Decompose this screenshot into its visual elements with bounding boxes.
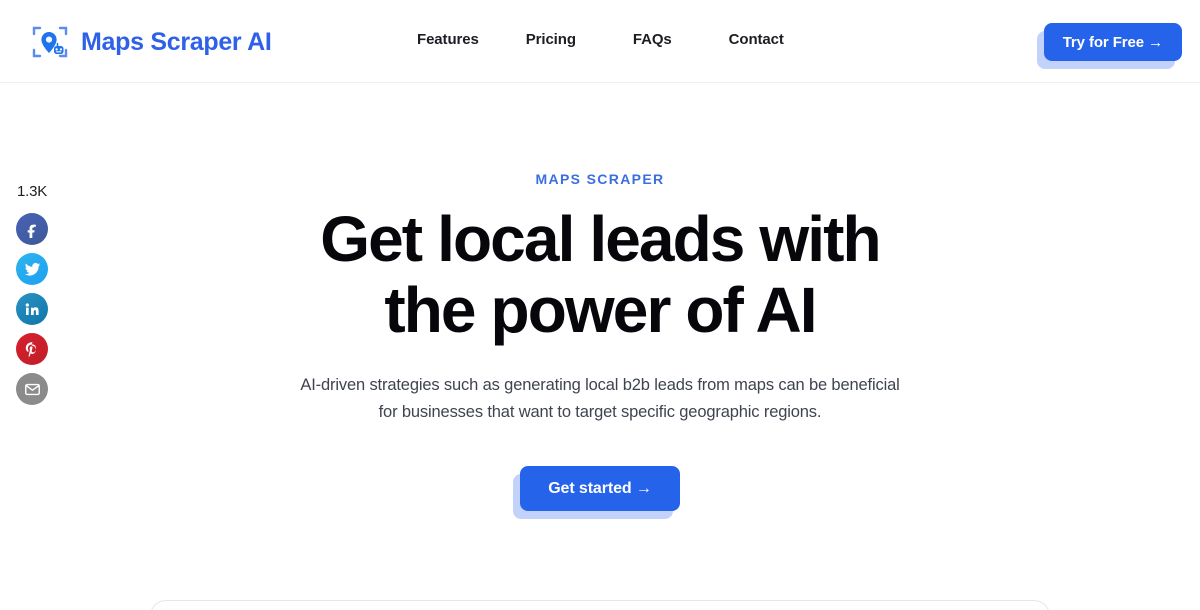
nav-item-features[interactable]: Features [417, 31, 479, 48]
brand-logo-link[interactable]: Maps Scraper AI [30, 22, 272, 62]
header-cta-wrapper: Try for Free → [1036, 23, 1182, 69]
page-title: Get local leads with the power of AI [0, 204, 1200, 346]
brand-name: Maps Scraper AI [81, 27, 272, 56]
nav-item-pricing[interactable]: Pricing [526, 31, 576, 48]
try-for-free-button[interactable]: Try for Free → [1043, 23, 1182, 61]
nav-item-faqs[interactable]: FAQs [633, 31, 672, 48]
site-header: Maps Scraper AI Features Pricing FAQs Co… [0, 0, 1200, 83]
hero-eyebrow: MAPS SCRAPER [535, 171, 665, 187]
hero-subtitle: AI-driven strategies such as generating … [300, 376, 900, 421]
hero-section: MAPS SCRAPER Get local leads with the po… [0, 83, 1200, 519]
get-started-button[interactable]: Get started → [520, 466, 680, 511]
headline-line-1: Get local leads with [320, 203, 881, 275]
hero-cta-wrapper: Get started → [513, 466, 680, 519]
content-card [150, 600, 1050, 610]
nav-item-contact[interactable]: Contact [729, 31, 784, 48]
headline-line-2: the power of AI [384, 274, 817, 346]
main-nav: Features Pricing FAQs Contact [417, 31, 784, 48]
map-pin-robot-scan-icon [30, 22, 70, 62]
